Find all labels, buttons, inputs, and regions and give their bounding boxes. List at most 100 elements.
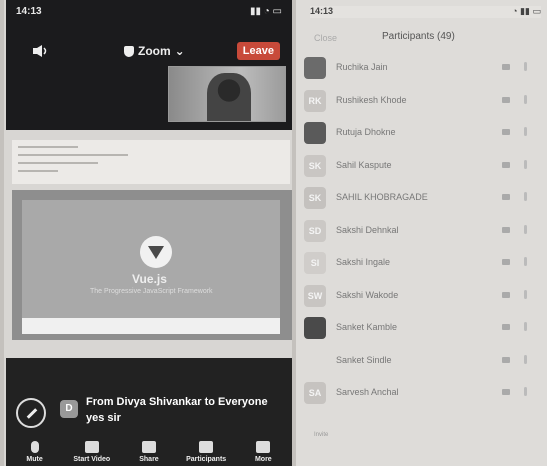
participant-name: Ruchika Jain — [336, 62, 388, 72]
microphone-muted-icon — [524, 127, 527, 136]
share-screen-icon — [141, 441, 156, 453]
video-off-icon — [502, 64, 510, 70]
more-button[interactable]: More — [238, 441, 288, 463]
participant-initials-avatar: SW — [304, 284, 326, 307]
participant-name: Sahil Kaspute — [336, 159, 392, 170]
microphone-muted-icon — [524, 159, 527, 169]
chevron-down-icon: ⌄ — [174, 44, 185, 58]
participant-row[interactable]: SK Sahil Kaspute — [296, 150, 547, 183]
share-label: Share — [139, 456, 159, 463]
participant-row[interactable]: Sanket Sindle — [296, 345, 547, 378]
participant-name: Sakshi Ingale — [336, 257, 391, 267]
participants-title: Participants (49) — [382, 31, 455, 42]
participants-list: Ruchika Jain RK Rushikesh Khode Rutuja Dhok… — [296, 52, 547, 410]
participant-name: Rutuja Dhokne — [336, 127, 396, 137]
participants-button[interactable]: Participants — [181, 441, 231, 463]
participant-initials-avatar: SD — [304, 219, 326, 242]
microphone-muted-icon — [524, 289, 527, 299]
microphone-muted-icon — [524, 387, 527, 396]
meeting-toolbar: Mute Start Video Share Participants More — [6, 430, 292, 466]
microphone-muted-icon — [524, 322, 527, 331]
shield-icon — [124, 45, 134, 57]
mute-button[interactable]: Mute — [10, 441, 60, 463]
video-off-icon — [502, 324, 510, 330]
participant-row[interactable]: Rutuja Dhokne — [296, 117, 547, 150]
participant-row[interactable]: SK SAHIL KHOBRAGADE — [296, 182, 547, 215]
chat-sender: From Divya Shivankar to Everyone — [86, 396, 268, 408]
participant-initials-avatar: SK — [304, 154, 326, 177]
participants-icon — [199, 441, 214, 453]
video-off-icon — [502, 389, 510, 395]
participant-initials-avatar: RK — [304, 89, 326, 112]
start-video-label: Start Video — [73, 456, 111, 463]
participant-video-person — [207, 73, 251, 121]
slide-title: Vue.js — [132, 272, 167, 286]
video-off-icon — [502, 194, 510, 200]
more-icon — [256, 441, 271, 453]
speaker-icon[interactable] — [32, 44, 50, 58]
participant-name: Sakshi Wakode — [336, 289, 399, 300]
invite-button[interactable]: Invite — [314, 432, 328, 438]
video-off-icon — [502, 259, 510, 265]
participant-name: SAHIL KHOBRAGADE — [336, 192, 428, 202]
participant-name: Sanket Sindle — [336, 354, 392, 365]
mute-label: Mute — [26, 456, 43, 463]
start-video-button[interactable]: Start Video — [67, 441, 117, 463]
shared-screen-slide: Vue.js The Progressive JavaScript Framew… — [12, 190, 292, 340]
meeting-header: 14:13 ▮▮ ◔ ▭ Zoom ⌄ Leave — [6, 0, 292, 130]
participant-name: Sanket Kamble — [336, 322, 398, 332]
close-button[interactable]: Close — [314, 33, 337, 43]
slide-footer — [22, 318, 280, 334]
status-bar: 14:13 ◔ ▮▮ ▭ — [310, 6, 541, 18]
chat-message: yes sir — [86, 412, 121, 424]
participants-label: Participants — [186, 456, 227, 463]
participant-row[interactable]: Ruchika Jain — [296, 52, 547, 85]
status-bar: 14:13 ▮▮ ◔ ▭ — [16, 6, 282, 20]
participant-name: Sarvesh Anchal — [336, 387, 399, 397]
doc-line — [18, 154, 128, 156]
vue-logo-icon — [140, 236, 172, 268]
more-label: More — [254, 456, 272, 463]
participant-row[interactable]: SD Sakshi Dehnkal — [296, 215, 547, 248]
participant-row[interactable]: RK Rushikesh Khode — [296, 85, 547, 118]
microphone-muted-icon — [524, 224, 527, 234]
shared-document-header — [12, 140, 290, 184]
status-icons: ▮▮ ◔ ▭ — [249, 6, 282, 17]
slide-subtitle: The Progressive JavaScript Framework — [90, 288, 213, 295]
video-thumbnail[interactable] — [168, 66, 286, 122]
participant-name: Rushikesh Khode — [336, 94, 407, 105]
participant-row[interactable]: Sanket Kamble — [296, 312, 547, 345]
microphone-icon — [30, 441, 39, 453]
participant-initials-avatar: SK — [304, 187, 326, 209]
screenshot-collage: 14:13 ▮▮ ◔ ▭ Zoom ⌄ Leave Vue.js The Pro… — [0, 0, 547, 466]
video-camera-icon — [84, 441, 99, 453]
status-time: 14:13 — [16, 6, 42, 17]
participant-initials-avatar — [304, 349, 326, 372]
chat-avatar: D — [60, 400, 78, 418]
microphone-muted-icon — [524, 257, 527, 266]
microphone-muted-icon — [524, 94, 527, 104]
video-off-icon — [502, 129, 510, 135]
status-icons: ◔ ▮▮ ▭ — [512, 6, 541, 16]
video-off-icon — [502, 226, 510, 233]
share-button[interactable]: Share — [124, 441, 174, 463]
participant-row[interactable]: SW Sakshi Wakode — [296, 280, 547, 313]
meeting-menu[interactable]: Zoom ⌄ — [124, 44, 185, 58]
participant-photo-avatar — [304, 317, 326, 339]
doc-line — [18, 162, 98, 164]
doc-line — [18, 146, 78, 148]
video-off-icon — [502, 291, 510, 298]
microphone-muted-icon — [524, 62, 527, 71]
participant-row[interactable]: SI Sakshi Ingale — [296, 247, 547, 280]
meeting-menu-label: Zoom — [138, 44, 171, 58]
microphone-muted-icon — [524, 354, 527, 364]
video-off-icon — [502, 96, 510, 103]
participant-photo-avatar — [304, 57, 326, 79]
slide-content: Vue.js The Progressive JavaScript Framew… — [22, 200, 280, 318]
video-off-icon — [502, 356, 510, 363]
participant-photo-avatar — [304, 122, 326, 144]
leave-button[interactable]: Leave — [236, 42, 280, 60]
pencil-icon[interactable] — [16, 398, 46, 428]
participant-row[interactable]: SA Sarvesh Anchal — [296, 377, 547, 410]
participant-initials-avatar: SA — [304, 382, 326, 404]
